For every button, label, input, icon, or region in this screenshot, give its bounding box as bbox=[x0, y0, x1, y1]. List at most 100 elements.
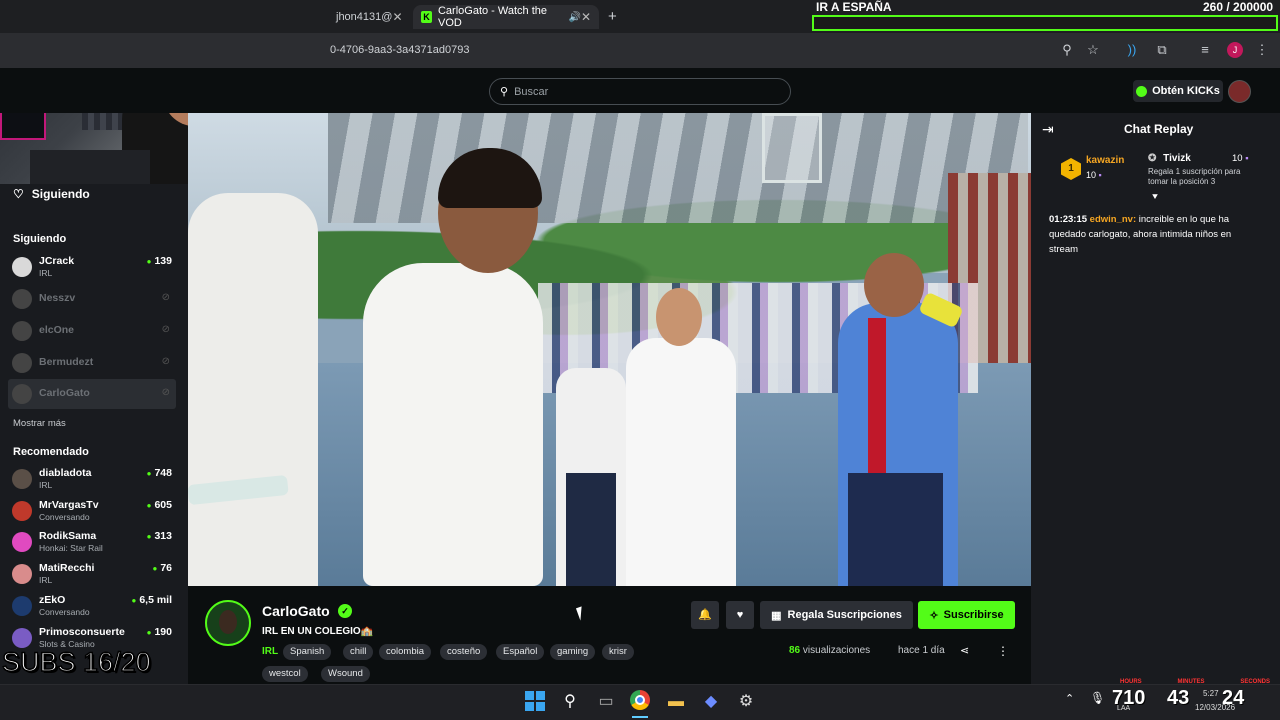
stream-title: IRL EN UN COLEGIO🏫 bbox=[262, 626, 374, 637]
sidebar-item-mrvargastv[interactable]: MrVargasTv Conversando 605 bbox=[8, 496, 176, 526]
video-kid-2-head bbox=[656, 288, 702, 346]
heart-icon: ♡ bbox=[13, 187, 24, 201]
speaker-icon[interactable]: 🔊 bbox=[568, 12, 580, 23]
clock-time[interactable]: 5:27 bbox=[1203, 689, 1219, 698]
viewer-count: 6,5 mil bbox=[131, 594, 172, 606]
gift-subscriptions-button[interactable]: ▦ Regala Suscripciones bbox=[760, 601, 913, 629]
video-basketball-hoop bbox=[762, 113, 822, 183]
channel-name: Nesszv bbox=[39, 292, 76, 304]
webcam-keyboard bbox=[30, 150, 150, 184]
tag-chip[interactable]: colombia bbox=[379, 644, 432, 660]
video-person-right-head bbox=[864, 253, 924, 317]
video-player[interactable] bbox=[188, 113, 1031, 586]
zoom-icon[interactable]: ⚲ bbox=[1059, 42, 1075, 58]
offline-icon: ⊘ bbox=[161, 292, 170, 303]
sidebar-item-carlogato[interactable]: CarloGato ⊘ bbox=[8, 379, 176, 409]
channel-category: IRL bbox=[39, 268, 53, 278]
app-diamond-icon[interactable]: ◆ bbox=[700, 691, 722, 713]
channel-name: JCrack bbox=[39, 255, 75, 267]
chat-username[interactable]: edwin_nv: bbox=[1090, 214, 1136, 225]
channel-name[interactable]: CarloGato bbox=[262, 603, 330, 619]
view-count: 86 visualizaciones bbox=[789, 645, 870, 656]
sidebar-item-diabladota[interactable]: diabladota IRL 748 bbox=[8, 464, 176, 494]
profile-avatar[interactable]: J bbox=[1227, 42, 1243, 58]
view-count-label: visualizaciones bbox=[802, 645, 871, 656]
avatar bbox=[12, 532, 32, 552]
tray-overflow-icon[interactable]: ⌃ bbox=[1065, 692, 1074, 705]
user-avatar[interactable] bbox=[1228, 80, 1251, 103]
badge-icon: ✪ bbox=[1148, 153, 1157, 164]
tab-jhon[interactable]: jhon4131@ ✕ bbox=[328, 5, 408, 29]
tag-chip[interactable]: Español bbox=[496, 644, 545, 660]
tag-chip[interactable]: krisr bbox=[602, 644, 634, 660]
tag-chip[interactable]: costeño bbox=[440, 644, 488, 660]
channel-name: RodikSama bbox=[39, 530, 97, 542]
channel-name: zEkO bbox=[39, 594, 66, 606]
keyboard-language[interactable]: LAA bbox=[1117, 705, 1130, 712]
more-options-icon[interactable]: ⋮ bbox=[997, 644, 1009, 658]
offline-icon: ⊘ bbox=[161, 387, 170, 398]
stream-category[interactable]: IRL bbox=[262, 646, 278, 657]
clock-date[interactable]: 12/03/2026 bbox=[1195, 703, 1235, 712]
new-tab-button[interactable]: + bbox=[608, 8, 617, 25]
sidebar-item-nesszv[interactable]: Nesszv ⊘ bbox=[8, 284, 176, 314]
channel-name: Bermudezt bbox=[39, 356, 94, 368]
viewer-count: 76 bbox=[152, 562, 172, 574]
menu-dots-icon[interactable]: ⋮ bbox=[1254, 42, 1270, 58]
goal-count: 260 / 200000 bbox=[1203, 0, 1274, 14]
microphone-icon[interactable]: 🎙 bbox=[1090, 691, 1105, 705]
close-icon[interactable]: ✕ bbox=[392, 10, 402, 24]
tab-carlogato[interactable]: K CarloGato - Watch the VOD 🔊 ✕ bbox=[413, 5, 599, 29]
channel-name: Primosconsuerte bbox=[39, 626, 125, 638]
url-text[interactable]: 0-4706-9aa3-3a4371ad0793 bbox=[330, 44, 469, 56]
file-explorer-icon[interactable]: ▬ bbox=[665, 691, 687, 713]
sidebar-item-bermudezt[interactable]: Bermudezt ⊘ bbox=[8, 348, 176, 378]
sidebar-item-matirecchi[interactable]: MatiRecchi IRL 76 bbox=[8, 559, 176, 589]
video-roof bbox=[328, 113, 1028, 223]
get-kicks-button[interactable]: Obtén KICKs bbox=[1133, 80, 1223, 102]
gift-recipient-username[interactable]: ✪ Tivizk bbox=[1148, 153, 1191, 164]
channel-name: CarloGato bbox=[39, 387, 90, 399]
windows-start-icon[interactable] bbox=[525, 691, 545, 711]
search-icon[interactable]: ⚲ bbox=[559, 691, 581, 713]
kick-coin-icon bbox=[1136, 85, 1148, 97]
tag-chip[interactable]: Wsound bbox=[321, 666, 370, 682]
gift-leader-username[interactable]: kawazin bbox=[1086, 155, 1124, 166]
sidebar-item-rodiksama[interactable]: RodikSama Honkai: Star Rail 313 bbox=[8, 527, 176, 557]
media-control-icon[interactable]: ≡ bbox=[1197, 42, 1213, 58]
tag-chip[interactable]: Spanish bbox=[283, 644, 332, 660]
sidebar-item-jcrack[interactable]: JCrack IRL 139 bbox=[8, 252, 176, 282]
search-input[interactable]: ⚲ Buscar bbox=[489, 78, 791, 105]
tag-chip[interactable]: westcol bbox=[262, 666, 308, 682]
tag-chip[interactable]: gaming bbox=[550, 644, 596, 660]
following-section-title: Siguiendo bbox=[13, 233, 67, 245]
chrome-icon[interactable] bbox=[630, 690, 650, 710]
star-icon[interactable]: ☆ bbox=[1085, 42, 1101, 58]
collapse-chat-icon[interactable]: ⇥ bbox=[1042, 121, 1054, 138]
subscribe-button[interactable]: ✧ Suscribirse bbox=[918, 601, 1015, 629]
extensions-puzzle-icon[interactable]: ⧉ bbox=[1154, 42, 1170, 58]
sidebar-item-zeko[interactable]: zEkO Conversando 6,5 mil bbox=[8, 591, 176, 621]
chevron-down-icon[interactable]: ⯆ bbox=[1151, 192, 1159, 203]
channel-avatar[interactable] bbox=[205, 600, 251, 646]
show-more-link[interactable]: Mostrar más bbox=[13, 418, 66, 429]
gift-recipient-count: 10 ▪ bbox=[1232, 153, 1249, 164]
recommended-section-title: Recomendado bbox=[13, 446, 89, 458]
tab-label: jhon4131@ bbox=[336, 11, 393, 23]
close-icon[interactable]: ✕ bbox=[581, 10, 591, 24]
avatar bbox=[12, 321, 32, 341]
gift-recipient-username-label: Tivizk bbox=[1163, 153, 1191, 164]
share-icon[interactable]: ⋖ bbox=[960, 644, 969, 657]
notification-bell-button[interactable]: 🔔 bbox=[691, 601, 719, 629]
extension-wave-icon[interactable]: )) bbox=[1124, 42, 1140, 58]
channel-category: IRL bbox=[39, 480, 53, 490]
follow-button[interactable]: ♥ bbox=[726, 601, 754, 629]
sidebar-following-header[interactable]: ♡ Siguiendo bbox=[13, 187, 90, 201]
tag-chip[interactable]: chill bbox=[343, 644, 374, 660]
video-person-main bbox=[363, 263, 543, 586]
sidebar-item-elcone[interactable]: elcOne ⊘ bbox=[8, 316, 176, 346]
sidebar-following-header-label: Siguiendo bbox=[31, 187, 90, 201]
channel-category: Honkai: Star Rail bbox=[39, 543, 103, 553]
task-view-icon[interactable]: ▭ bbox=[595, 691, 617, 713]
app-gear-icon[interactable]: ⚙ bbox=[735, 691, 757, 713]
